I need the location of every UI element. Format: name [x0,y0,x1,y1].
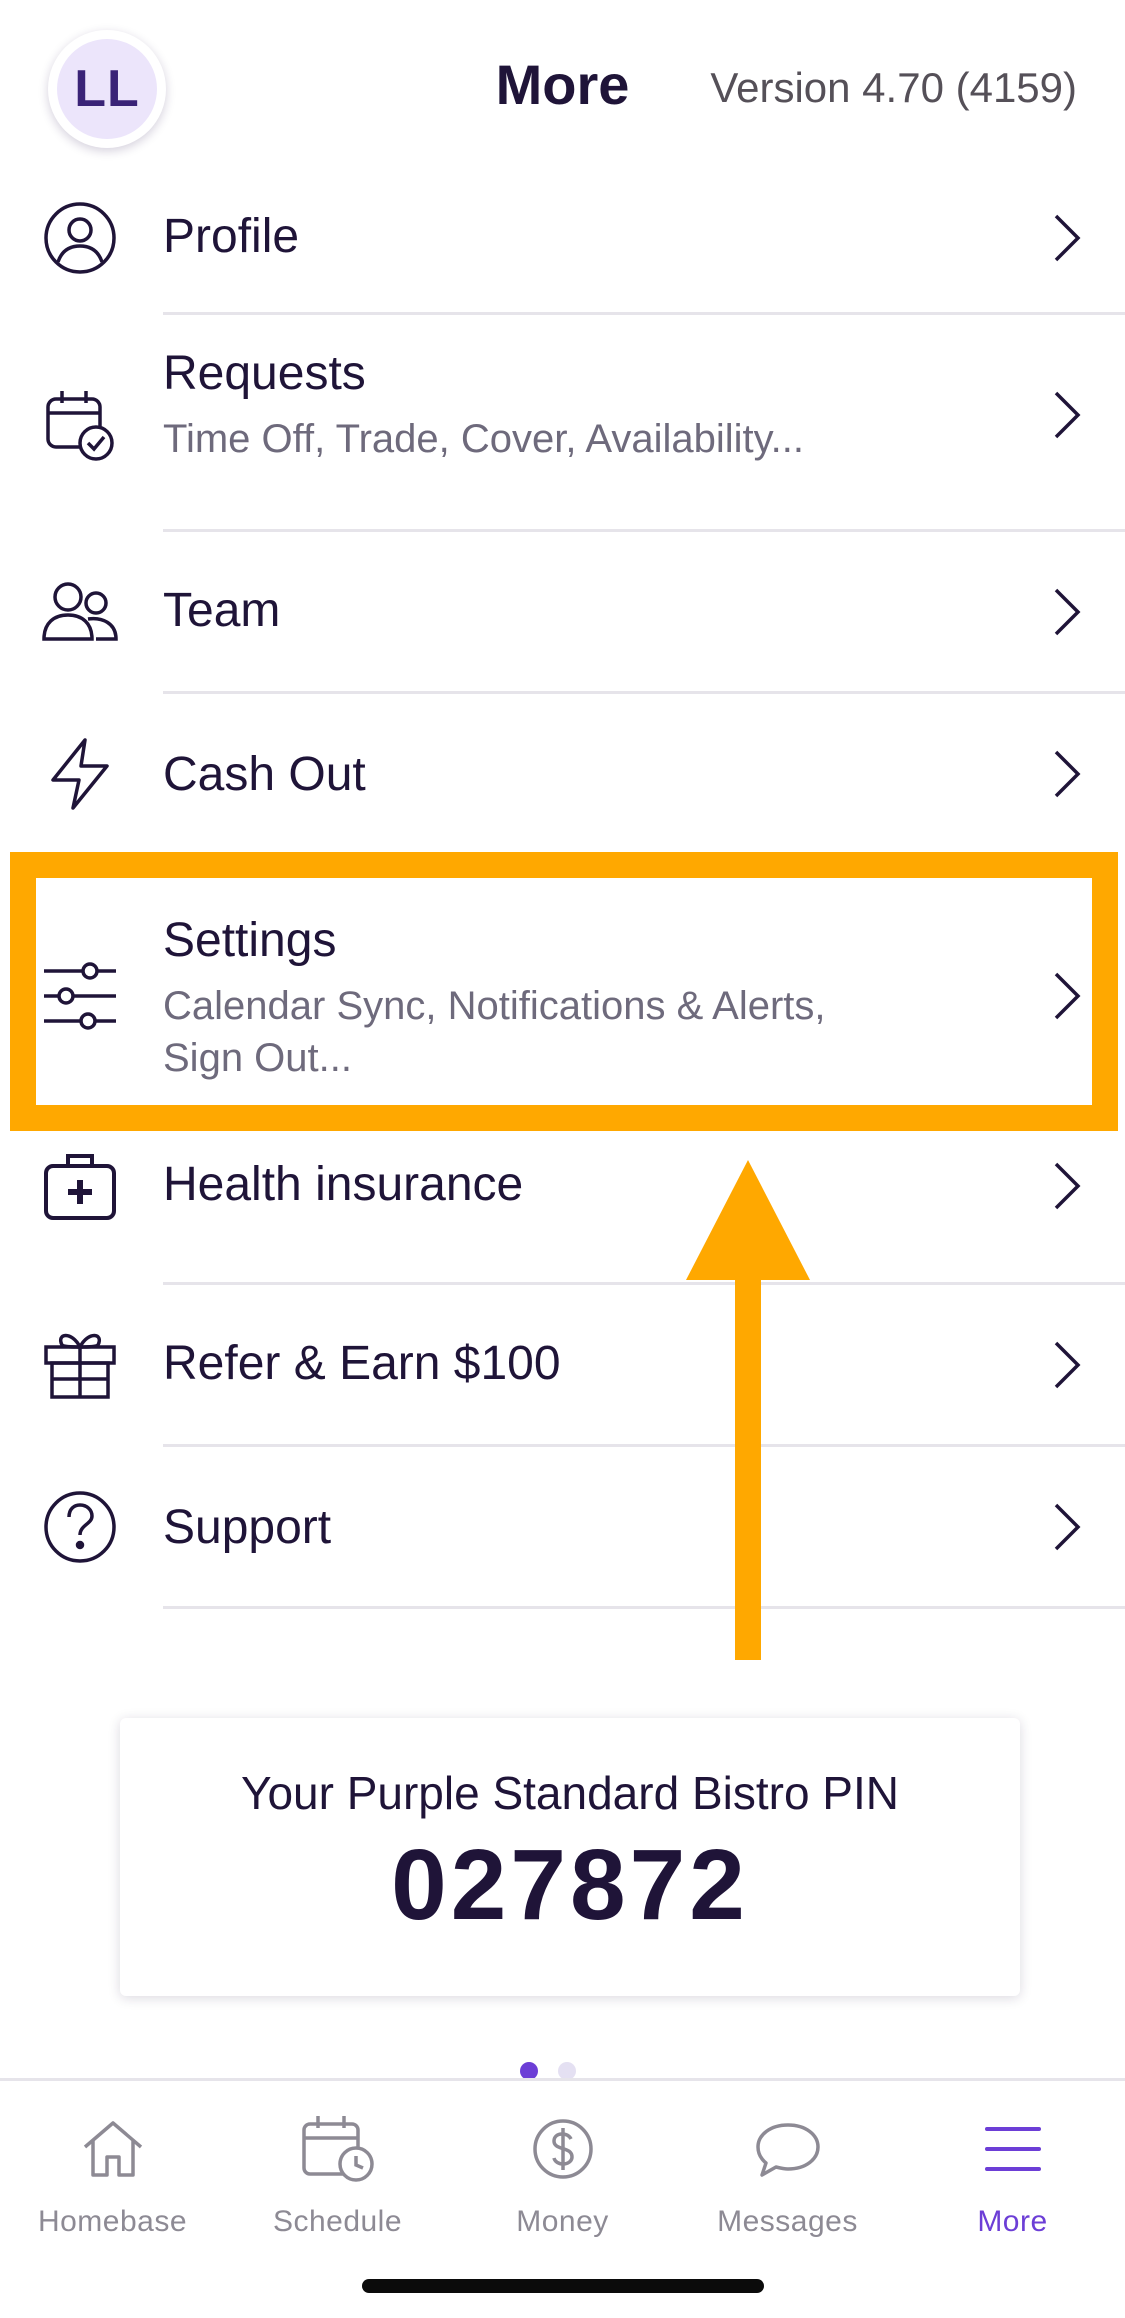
tab-label: Homebase [37,2205,188,2238]
version-label: Version 4.70 (4159) [710,64,1077,111]
chevron-right-icon [1047,1337,1087,1393]
menu-label: Team [163,584,281,637]
tab-schedule[interactable]: Schedule [225,2099,450,2239]
medical-kit-icon [40,1146,120,1226]
tab-money[interactable]: Money [450,2099,675,2239]
tab-more[interactable]: More [900,2099,1125,2239]
up-arrow-icon [686,1160,810,1660]
menu-sublabel: Time Off, Trade, Cover, Availability... [163,417,804,461]
dollar-icon [450,2099,675,2199]
menu-label: Requests [163,347,366,400]
settings-highlight-box [10,852,1118,1131]
menu-label: Health insurance [163,1158,524,1211]
chevron-right-icon [1047,584,1087,640]
tab-label: Schedule [272,2205,403,2238]
tab-label: Messages [717,2205,858,2238]
more-screen: LL More Version 4.70 (4159) Profile Requ… [0,0,1125,2318]
chat-icon [675,2099,900,2199]
gift-icon [40,1323,120,1403]
menu-item-support[interactable]: Support [0,1447,1125,1609]
menu-label: Cash Out [163,748,366,801]
menu-item-profile[interactable]: Profile [0,180,1125,315]
tab-messages[interactable]: Messages [675,2099,900,2239]
header: LL More Version 4.70 (4159) [0,0,1125,180]
menu-label: Support [163,1501,332,1554]
menu-item-requests[interactable]: Requests Time Off, Trade, Cover, Availab… [0,315,1125,532]
tab-label: Money [516,2205,609,2238]
calendar-check-icon [40,385,120,465]
menu-item-health-insurance[interactable]: Health insurance [0,1126,1125,1285]
chevron-right-icon [1047,387,1087,443]
lightning-icon [40,734,120,814]
menu-label: Refer & Earn $100 [163,1337,561,1390]
divider [163,1606,1125,1609]
pin-label: Your Purple Standard Bistro PIN [241,1767,899,1819]
calendar-clock-icon [225,2099,450,2199]
menu-icon [900,2099,1125,2199]
chevron-right-icon [1047,210,1087,266]
chevron-right-icon [1047,1158,1087,1214]
tab-homebase[interactable]: Homebase [0,2099,225,2239]
tab-label: More [977,2205,1048,2238]
home-indicator[interactable] [362,2279,764,2293]
people-icon [40,572,120,652]
question-icon [40,1487,120,1567]
chevron-right-icon [1047,1499,1087,1555]
chevron-right-icon [1047,746,1087,802]
menu-item-team[interactable]: Team [0,532,1125,694]
pin-value: 027872 [391,1829,749,1941]
person-icon [40,198,120,278]
menu-label: Profile [163,210,300,263]
menu-item-cash-out[interactable]: Cash Out [0,694,1125,856]
pin-card: Your Purple Standard Bistro PIN 027872 [120,1718,1020,1996]
menu-item-refer-earn[interactable]: Refer & Earn $100 [0,1285,1125,1447]
home-icon [0,2099,225,2199]
